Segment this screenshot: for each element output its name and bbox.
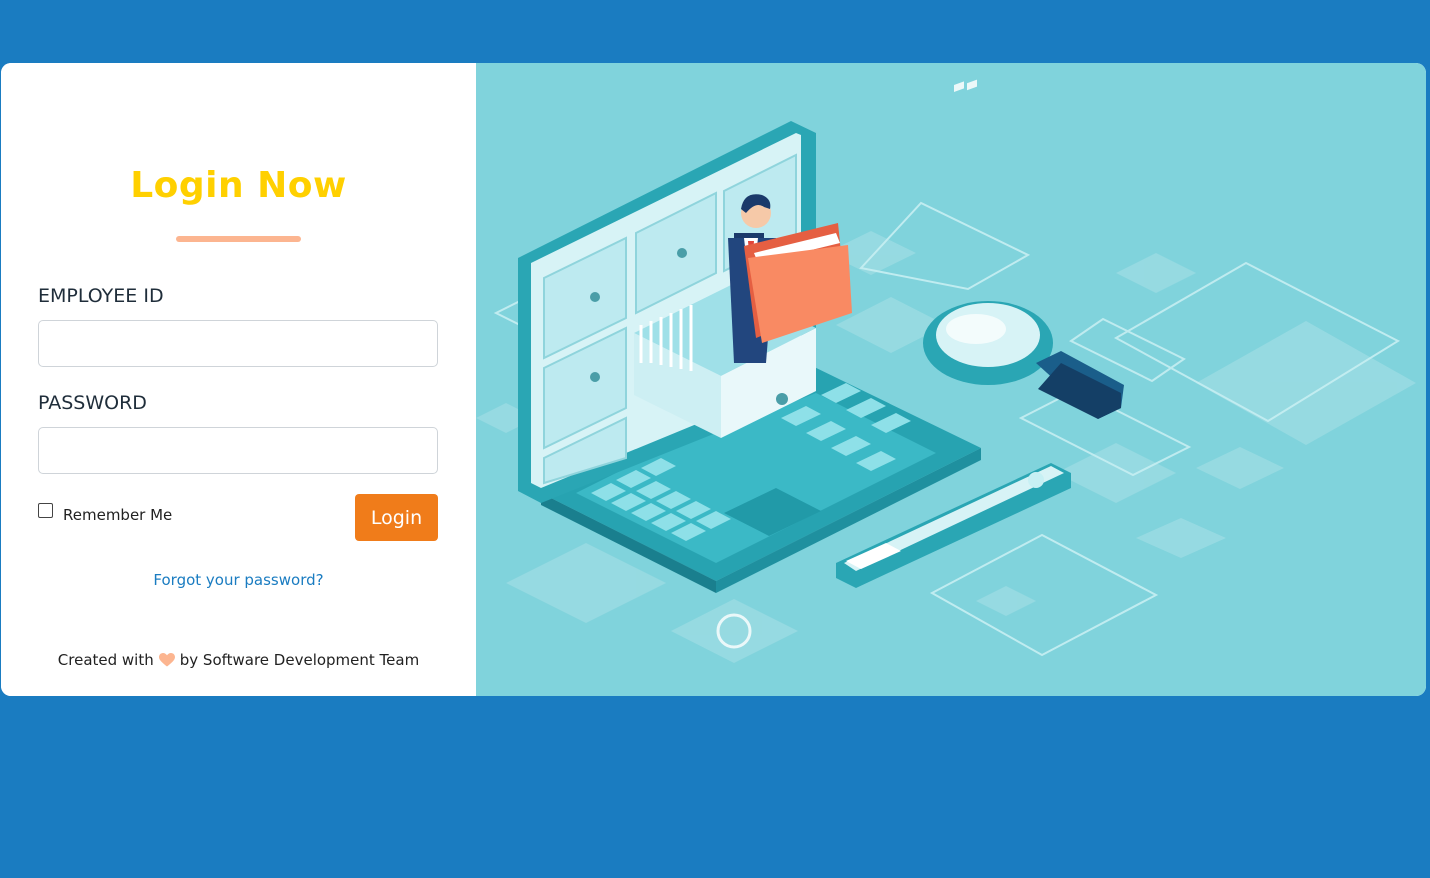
title-underline bbox=[176, 236, 301, 242]
login-button[interactable]: Login bbox=[355, 494, 438, 541]
password-input[interactable] bbox=[38, 427, 438, 474]
login-card: Login Now EMPLOYEE ID PASSWORD Remember … bbox=[1, 63, 1426, 696]
footer-prefix: Created with bbox=[57, 651, 154, 669]
page-title: Login Now bbox=[130, 165, 347, 206]
footer-suffix: by Software Development Team bbox=[179, 651, 420, 669]
forgot-password-link[interactable]: Forgot your password? bbox=[1, 571, 476, 589]
footer: Created with by Software Development Tea… bbox=[1, 651, 476, 669]
heart-icon bbox=[158, 653, 175, 667]
employee-id-input[interactable] bbox=[38, 320, 438, 367]
password-label: PASSWORD bbox=[38, 392, 147, 414]
illustration-panel bbox=[476, 63, 1426, 696]
remember-me-label[interactable]: Remember Me bbox=[63, 506, 172, 524]
remember-me[interactable]: Remember Me bbox=[38, 500, 172, 524]
employee-id-label: EMPLOYEE ID bbox=[38, 285, 164, 307]
laptop-file-cabinet-illustration bbox=[476, 79, 1416, 663]
remember-me-checkbox[interactable] bbox=[38, 502, 53, 518]
login-panel: Login Now EMPLOYEE ID PASSWORD Remember … bbox=[1, 63, 476, 696]
forgot-password-text[interactable]: Forgot your password? bbox=[153, 571, 323, 589]
